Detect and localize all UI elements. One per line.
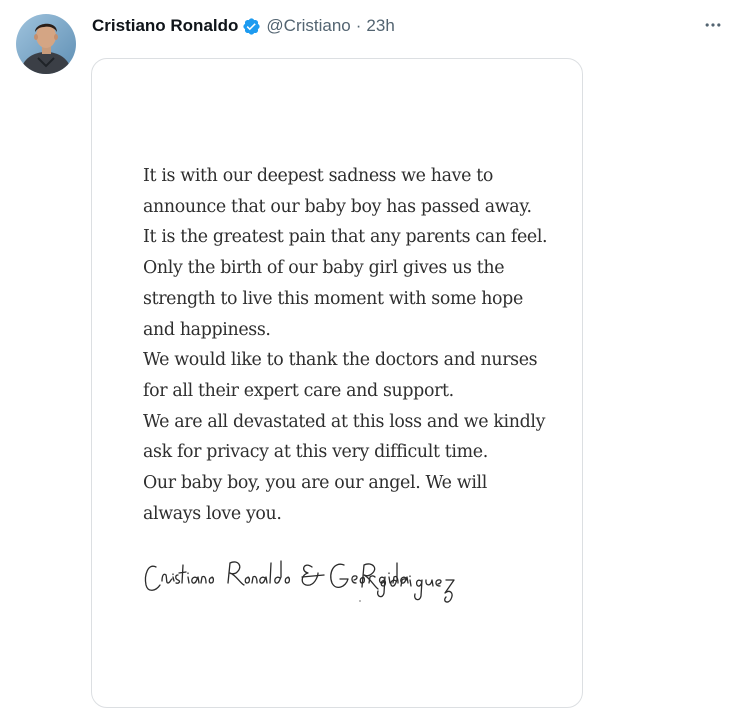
- verified-badge-icon: [242, 17, 261, 36]
- statement-line: It is the greatest pain that any parents…: [143, 227, 548, 248]
- tweet-media-image[interactable]: It is with our deepest sadness we have t…: [91, 58, 583, 708]
- statement-line: announce that our baby boy has passed aw…: [143, 196, 532, 217]
- statement-line: We would like to thank the doctors and n…: [143, 350, 538, 371]
- more-horizontal-icon: [705, 23, 721, 27]
- statement-line: We are all devastated at this loss and w…: [143, 411, 546, 432]
- signature-surname-icon: [361, 562, 455, 603]
- statement-line: Our baby boy, you are our angel. We will: [143, 473, 487, 494]
- more-options-button[interactable]: [698, 10, 728, 40]
- statement-line: and happiness.: [143, 319, 271, 340]
- avatar[interactable]: [16, 14, 76, 74]
- tweet-timestamp[interactable]: 23h: [366, 16, 394, 36]
- header-separator: ·: [355, 16, 362, 35]
- statement-line: ask for privacy at this very difficult t…: [143, 442, 488, 463]
- statement-line: strength to live this moment with some h…: [143, 288, 523, 309]
- tweet-header: Cristiano Ronaldo @Cristiano · 23h: [92, 14, 395, 38]
- author-handle[interactable]: @Cristiano: [266, 16, 350, 36]
- statement-text: It is with our deepest sadness we have t…: [143, 161, 563, 529]
- statement-line: for all their expert care and support.: [143, 380, 454, 401]
- statement-line: It is with our deepest sadness we have t…: [143, 166, 493, 186]
- author-display-name[interactable]: Cristiano Ronaldo: [92, 16, 238, 36]
- statement-line: Only the birth of our baby girl gives us…: [143, 258, 505, 279]
- statement-line: always love you.: [143, 503, 282, 524]
- avatar-photo: [16, 14, 76, 74]
